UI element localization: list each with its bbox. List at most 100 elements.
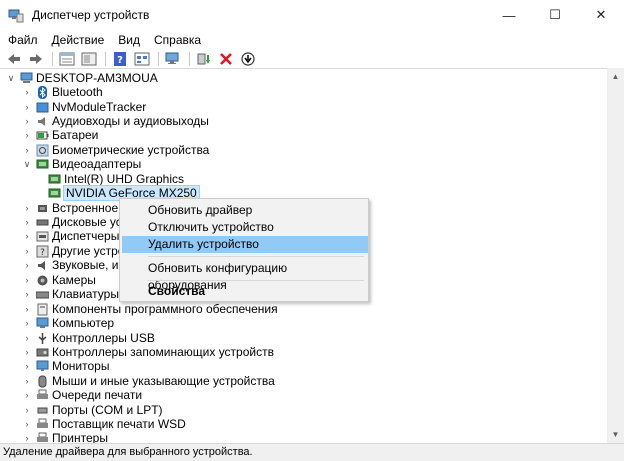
bluetooth-icon <box>38 85 47 99</box>
minimize-button[interactable]: — <box>486 0 532 30</box>
chevron-right-icon[interactable]: › <box>22 215 32 229</box>
tree-device-intel-uhd[interactable]: Intel(R) UHD Graphics <box>48 172 184 186</box>
context-item-disable-device[interactable]: Отключить устройство <box>122 219 368 236</box>
properties-icon[interactable] <box>57 50 77 67</box>
chevron-right-icon[interactable]: › <box>22 114 32 128</box>
context-menu: Обновить драйвер Отключить устройство Уд… <box>119 198 369 302</box>
chip-icon <box>38 204 47 212</box>
show-hide-icon[interactable] <box>79 50 99 67</box>
usb-icon <box>38 332 47 344</box>
printer-icon <box>37 432 48 442</box>
chevron-right-icon[interactable]: › <box>22 244 32 258</box>
battery-icon <box>36 131 49 139</box>
toolbar: ? <box>0 50 624 67</box>
tree-category-storage-controllers[interactable]: › Контроллеры запоминающих устройств <box>22 345 274 359</box>
chevron-right-icon[interactable]: › <box>22 359 32 373</box>
unknown-device-icon: ? <box>36 245 49 258</box>
menu-bar: Файл Действие Вид Справка <box>0 30 624 50</box>
display-adapter-icon <box>36 159 49 168</box>
display-adapter-icon <box>48 174 61 183</box>
device-manager-app-icon <box>8 7 24 23</box>
tree-category-audio-io[interactable]: › Аудиовходы и аудиовыходы <box>22 114 209 128</box>
chevron-right-icon[interactable]: › <box>22 374 32 388</box>
tree-category-ports[interactable]: › Порты (COM и LPT) <box>22 403 163 417</box>
chevron-right-icon[interactable]: › <box>22 316 32 330</box>
disk-drive-icon <box>36 219 49 225</box>
context-menu-separator <box>148 280 364 281</box>
chevron-right-icon[interactable]: › <box>22 417 32 431</box>
chevron-right-icon[interactable]: › <box>22 229 32 243</box>
chevron-right-icon[interactable]: › <box>22 258 32 272</box>
toolbar-separator <box>158 51 159 66</box>
context-menu-separator <box>148 256 364 257</box>
chevron-down-icon[interactable]: ∨ <box>6 71 16 85</box>
storage-controller-icon <box>36 348 49 356</box>
tree-category-keyboards[interactable]: › Клавиатуры <box>22 287 119 301</box>
vertical-scrollbar[interactable]: ▲ ▼ <box>607 68 624 443</box>
context-item-properties[interactable]: Свойства <box>122 283 368 300</box>
display-adapter-icon <box>48 188 61 197</box>
tree-category-display-adapters[interactable]: ∨ Видеоадаптеры <box>22 157 142 171</box>
chevron-right-icon[interactable]: › <box>22 100 32 114</box>
tree-category-usb-controllers[interactable]: › Контроллеры USB <box>22 331 155 345</box>
forward-icon[interactable] <box>26 50 46 67</box>
tree-category-print-queues[interactable]: › Очереди печати <box>22 388 143 402</box>
tree-category-printers[interactable]: › Принтеры <box>22 431 108 443</box>
computer-icon <box>20 72 33 83</box>
tree-category-software-components[interactable]: › Компоненты программного обеспечения <box>22 302 278 316</box>
scroll-down-arrow-icon[interactable]: ▼ <box>607 426 624 443</box>
uninstall-icon[interactable] <box>216 50 236 67</box>
chevron-right-icon[interactable]: › <box>22 143 32 157</box>
chevron-right-icon[interactable]: › <box>22 287 32 301</box>
tree-category-bluetooth[interactable]: › Bluetooth <box>22 85 103 99</box>
keyboard-icon <box>36 291 49 298</box>
printer-icon <box>37 389 48 399</box>
tree-category-cameras[interactable]: › Камеры <box>22 273 96 287</box>
chevron-right-icon[interactable]: › <box>22 345 32 359</box>
chevron-right-icon[interactable]: › <box>22 403 32 417</box>
menu-action[interactable]: Действие <box>45 33 112 47</box>
computer-icon <box>36 317 49 328</box>
close-button[interactable]: ✕ <box>578 0 624 30</box>
update-driver-icon[interactable] <box>194 50 214 67</box>
scroll-up-arrow-icon[interactable]: ▲ <box>607 68 624 85</box>
fingerprint-icon <box>36 144 49 156</box>
printer-icon <box>37 418 48 428</box>
context-item-uninstall-device[interactable]: Удалить устройство <box>122 236 368 253</box>
chevron-right-icon[interactable]: › <box>22 128 32 142</box>
menu-help[interactable]: Справка <box>147 33 208 47</box>
camera-icon <box>37 275 48 285</box>
view-icon[interactable] <box>132 50 152 67</box>
menu-view[interactable]: Вид <box>111 33 147 47</box>
chevron-right-icon[interactable]: › <box>22 85 32 99</box>
chevron-right-icon[interactable]: › <box>22 331 32 345</box>
tree-category-nvmoduletracker[interactable]: › NvModuleTracker <box>22 100 147 114</box>
chevron-down-icon[interactable]: ∨ <box>22 157 32 171</box>
mouse-icon <box>38 375 47 387</box>
window-title: Диспетчер устройств <box>32 8 150 22</box>
back-icon[interactable] <box>4 50 24 67</box>
maximize-button[interactable]: ☐ <box>532 0 578 30</box>
chevron-right-icon[interactable]: › <box>22 302 32 316</box>
toolbar-separator <box>105 51 106 66</box>
context-item-update-driver[interactable]: Обновить драйвер <box>122 202 368 219</box>
toolbar-separator <box>189 51 190 66</box>
chevron-right-icon[interactable]: › <box>22 388 32 402</box>
chevron-right-icon[interactable]: › <box>22 431 32 443</box>
tree-root[interactable]: ∨ DESKTOP-AM3MOUA <box>6 71 158 85</box>
context-item-scan-hardware-changes[interactable]: Обновить конфигурацию оборудования <box>122 260 368 292</box>
menu-file[interactable]: Файл <box>1 33 45 47</box>
tree-category-batteries[interactable]: › Батареи <box>22 128 99 142</box>
disable-icon[interactable] <box>238 50 258 67</box>
tree-category-monitors[interactable]: › Мониторы <box>22 359 110 373</box>
tree-category-wsd-print-provider[interactable]: › Поставщик печати WSD <box>22 417 186 431</box>
scan-hardware-icon[interactable] <box>163 50 183 67</box>
chevron-right-icon[interactable]: › <box>22 273 32 287</box>
speaker-icon <box>38 116 45 126</box>
tree-category-biometric[interactable]: › Биометрические устройства <box>22 143 210 157</box>
chevron-right-icon[interactable]: › <box>22 201 32 215</box>
tree-category-mice[interactable]: › Мыши и иные указывающие устройства <box>22 374 275 388</box>
tree-category-computer[interactable]: › Компьютер <box>22 316 115 330</box>
svg-text:?: ? <box>40 248 45 258</box>
help-icon[interactable]: ? <box>110 50 130 67</box>
